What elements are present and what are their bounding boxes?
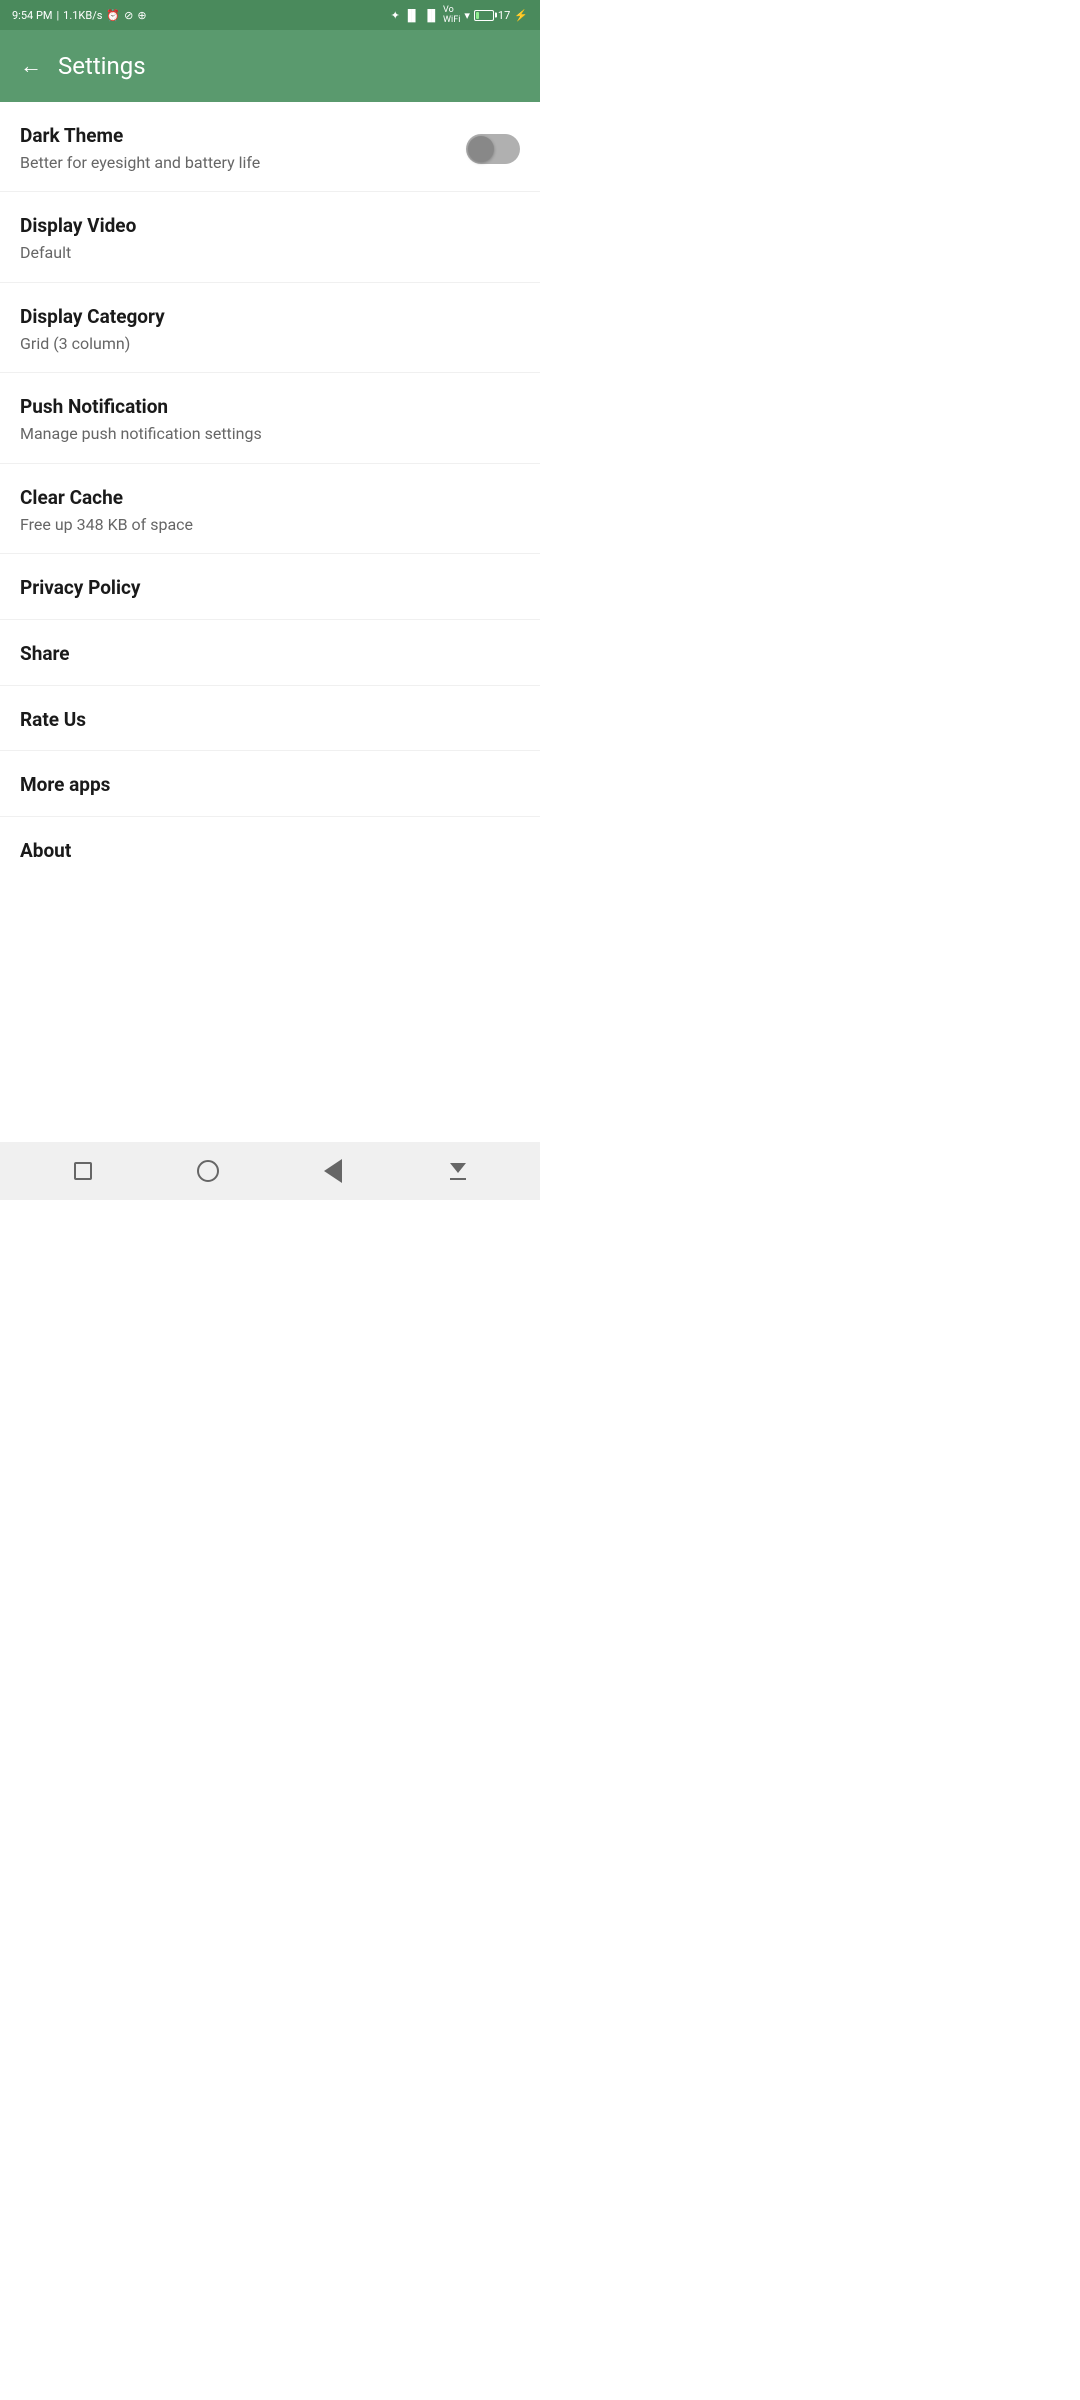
settings-item-display-category-text: Display Category Grid (3 column) <box>20 305 520 354</box>
wifi-icon: ▾ <box>464 9 470 22</box>
nav-recents-button[interactable] <box>58 1151 108 1191</box>
display-category-subtitle: Grid (3 column) <box>20 334 520 355</box>
battery-icon <box>474 9 494 22</box>
charging-icon: ⚡ <box>514 9 528 22</box>
settings-item-privacy-policy[interactable]: Privacy Policy <box>0 554 540 620</box>
settings-item-display-video[interactable]: Display Video Default <box>0 192 540 282</box>
clear-cache-title: Clear Cache <box>20 486 520 511</box>
status-time: 9:54 PM <box>12 9 52 22</box>
back-icon <box>324 1159 342 1183</box>
settings-item-display-category[interactable]: Display Category Grid (3 column) <box>0 283 540 373</box>
signal-bars-1: ▐▌ <box>404 9 420 22</box>
app-bar: ← Settings <box>0 30 540 102</box>
settings-item-rate-us-text: Rate Us <box>20 708 520 733</box>
display-video-title: Display Video <box>20 214 520 239</box>
nav-home-button[interactable] <box>183 1151 233 1191</box>
settings-item-display-video-text: Display Video Default <box>20 214 520 263</box>
nav-back-button[interactable] <box>308 1151 358 1191</box>
dark-theme-subtitle: Better for eyesight and battery life <box>20 153 466 174</box>
signal-bars-2: ▐▌ <box>423 9 439 22</box>
status-separator: | <box>56 9 59 22</box>
settings-item-dark-theme[interactable]: Dark Theme Better for eyesight and batte… <box>0 102 540 192</box>
share-title: Share <box>20 642 520 667</box>
sim-icon: ⊘ <box>124 9 133 22</box>
toggle-thumb <box>468 136 494 162</box>
push-notification-subtitle: Manage push notification settings <box>20 424 520 445</box>
menu-icon <box>450 1163 466 1180</box>
rate-us-title: Rate Us <box>20 708 520 733</box>
home-icon <box>197 1160 219 1182</box>
battery-percent: 17 <box>498 9 510 22</box>
recents-icon <box>74 1162 92 1180</box>
settings-item-clear-cache[interactable]: Clear Cache Free up 348 KB of space <box>0 464 540 554</box>
more-apps-title: More apps <box>20 773 520 798</box>
settings-item-more-apps[interactable]: More apps <box>0 751 540 817</box>
toggle-track <box>466 134 520 164</box>
settings-item-push-notification[interactable]: Push Notification Manage push notificati… <box>0 373 540 463</box>
alarm-icon: ⏰ <box>106 9 120 22</box>
settings-item-about-text: About <box>20 839 520 864</box>
status-bar-right: ✦ ▐▌ ▐▌ VoWiFi ▾ 17 ⚡ <box>391 5 528 25</box>
about-title: About <box>20 839 520 864</box>
dark-theme-title: Dark Theme <box>20 124 466 149</box>
settings-item-share[interactable]: Share <box>0 620 540 686</box>
settings-item-privacy-policy-text: Privacy Policy <box>20 576 520 601</box>
back-button[interactable]: ← <box>20 53 42 79</box>
settings-item-rate-us[interactable]: Rate Us <box>0 686 540 752</box>
settings-item-clear-cache-text: Clear Cache Free up 348 KB of space <box>20 486 520 535</box>
nav-bar <box>0 1142 540 1200</box>
clear-cache-subtitle: Free up 348 KB of space <box>20 515 520 536</box>
nav-menu-button[interactable] <box>433 1151 483 1191</box>
dark-theme-toggle[interactable] <box>466 134 520 164</box>
page-title: Settings <box>58 52 146 80</box>
push-notification-title: Push Notification <box>20 395 520 420</box>
vo-wifi-label: VoWiFi <box>443 5 460 25</box>
settings-item-share-text: Share <box>20 642 520 667</box>
display-category-title: Display Category <box>20 305 520 330</box>
settings-item-about[interactable]: About <box>0 817 540 882</box>
settings-item-more-apps-text: More apps <box>20 773 520 798</box>
page-wrapper: 9:54 PM | 1.1KB/s ⏰ ⊘ ⊕ ✦ ▐▌ ▐▌ VoWiFi ▾… <box>0 0 540 1200</box>
display-video-subtitle: Default <box>20 243 520 264</box>
vpn-icon: ⊕ <box>137 9 146 22</box>
status-bar: 9:54 PM | 1.1KB/s ⏰ ⊘ ⊕ ✦ ▐▌ ▐▌ VoWiFi ▾… <box>0 0 540 30</box>
status-bar-left: 9:54 PM | 1.1KB/s ⏰ ⊘ ⊕ <box>12 9 147 22</box>
privacy-policy-title: Privacy Policy <box>20 576 520 601</box>
bluetooth-icon: ✦ <box>391 9 400 22</box>
status-network-speed: 1.1KB/s <box>63 9 102 22</box>
settings-list: Dark Theme Better for eyesight and batte… <box>0 102 540 882</box>
settings-item-push-notification-text: Push Notification Manage push notificati… <box>20 395 520 444</box>
settings-item-dark-theme-text: Dark Theme Better for eyesight and batte… <box>20 124 466 173</box>
